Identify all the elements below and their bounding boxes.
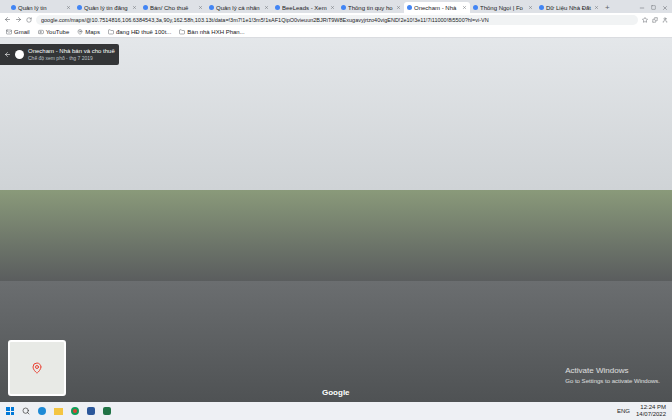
language-indicator[interactable]: ENG xyxy=(617,407,630,415)
pin-icon xyxy=(31,362,43,374)
favicon-icon xyxy=(539,5,544,10)
new-tab-button[interactable]: + xyxy=(602,3,613,13)
bookmark-icon xyxy=(6,29,12,35)
mini-map[interactable] xyxy=(8,340,66,396)
bookmark-icon xyxy=(179,29,185,35)
browser-tab[interactable]: Onecham - Nhà xyxy=(404,2,470,13)
bookmarks-bar: Gmail YouTube Maps đang HĐ thuê 100t... Bàn … xyxy=(0,26,672,38)
browser-tab[interactable]: Bán/ Cho thuê xyxy=(140,2,206,13)
bookmark[interactable]: Gmail xyxy=(6,28,30,36)
close-icon[interactable] xyxy=(264,5,269,10)
google-logo: Google xyxy=(322,388,350,398)
bookmark-star-icon[interactable] xyxy=(642,17,648,23)
browser-tab[interactable]: Quản lý tin xyxy=(8,2,74,13)
chrome-icon[interactable] xyxy=(71,407,79,415)
close-icon[interactable] xyxy=(396,5,401,10)
close-window-icon[interactable] xyxy=(662,5,668,11)
search-icon[interactable] xyxy=(22,407,30,415)
close-icon[interactable] xyxy=(528,5,533,10)
address-bar[interactable]: google.com/maps/@10.7514816,106.6384543,… xyxy=(36,15,638,25)
close-icon[interactable] xyxy=(594,5,599,10)
reload-icon[interactable] xyxy=(26,17,32,23)
forward-icon[interactable] xyxy=(15,16,22,23)
place-card[interactable]: Onecham - Nhà bán và cho thuêChế độ xem … xyxy=(0,44,119,65)
favicon-icon xyxy=(11,5,16,10)
edge-icon[interactable] xyxy=(38,407,46,415)
toolbar: google.com/maps/@10.7514816,106.6384543,… xyxy=(0,13,672,26)
app-icon[interactable] xyxy=(103,407,111,415)
bookmark[interactable]: Bàn nhà HXH Phan... xyxy=(179,28,244,36)
minimize-icon[interactable] xyxy=(639,5,645,11)
favicon-icon xyxy=(209,5,214,10)
browser-tab[interactable]: Thông Ngọi | Fo xyxy=(470,2,536,13)
bookmark-icon xyxy=(108,29,114,35)
favicon-icon xyxy=(473,5,478,10)
favicon-icon xyxy=(407,5,412,10)
start-icon[interactable] xyxy=(6,407,14,415)
avatar-icon xyxy=(15,50,24,59)
tab-strip: Quản lý tinQuản lý tin đăngBán/ Cho thuê… xyxy=(0,0,672,13)
browser-tab[interactable]: BeeLeads - Xem xyxy=(272,2,338,13)
clock[interactable]: 12:24 PM14/07/2022 xyxy=(636,404,666,418)
screen: Quản lý tinQuản lý tin đăngBán/ Cho thuê… xyxy=(0,0,672,420)
street-view[interactable]: Onecham - Nhà bán và cho thuêChế độ xem … xyxy=(0,38,672,402)
bookmark-icon xyxy=(38,29,44,35)
street-photo xyxy=(0,38,672,402)
browser-tab[interactable]: Dữ Liệu Nhà Đất xyxy=(536,2,602,13)
profile-icon[interactable] xyxy=(662,17,668,23)
folder-icon[interactable] xyxy=(54,408,63,415)
back-icon[interactable] xyxy=(4,16,11,23)
browser-tab[interactable]: Quản lý cá nhân xyxy=(206,2,272,13)
close-icon[interactable] xyxy=(66,5,71,10)
favicon-icon xyxy=(143,5,148,10)
place-title: Onecham - Nhà bán và cho thuê xyxy=(28,47,115,55)
bookmark[interactable]: đang HĐ thuê 100t... xyxy=(108,28,171,36)
favicon-icon xyxy=(275,5,280,10)
bookmark[interactable]: YouTube xyxy=(38,28,70,36)
favicon-icon xyxy=(77,5,82,10)
close-icon[interactable] xyxy=(330,5,335,10)
bookmark-icon xyxy=(77,29,83,35)
maximize-icon[interactable] xyxy=(651,5,656,10)
browser-tab[interactable]: Thông tin quy ho xyxy=(338,2,404,13)
place-subtitle: Chế độ xem phố - thg 7 2019 xyxy=(28,55,115,62)
app-icon[interactable] xyxy=(87,407,95,415)
close-icon[interactable] xyxy=(462,5,467,10)
bookmark[interactable]: Maps xyxy=(77,28,100,36)
activation-watermark: Activate WindowsGo to Settings to activa… xyxy=(565,366,660,386)
close-icon[interactable] xyxy=(198,5,203,10)
close-icon[interactable] xyxy=(132,5,137,10)
favicon-icon xyxy=(341,5,346,10)
taskbar: ENG 12:24 PM14/07/2022 xyxy=(0,402,672,420)
browser-tab[interactable]: Quản lý tin đăng xyxy=(74,2,140,13)
extensions-icon[interactable] xyxy=(652,17,658,23)
back-icon[interactable] xyxy=(4,51,11,58)
